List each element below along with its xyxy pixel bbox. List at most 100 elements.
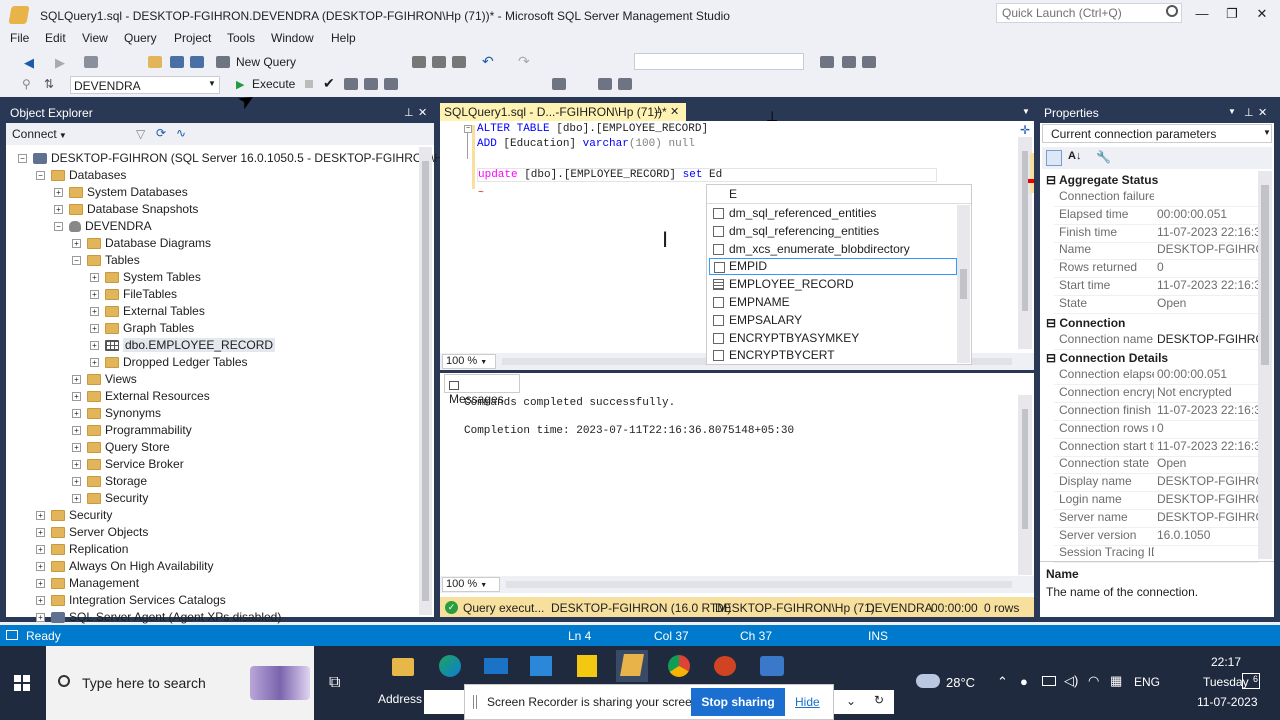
mail-icon[interactable] [484,658,508,674]
collapse-icon[interactable]: ⊟ [1046,351,1059,365]
collapse-icon[interactable]: − [36,171,45,181]
new-query-icon[interactable] [216,56,230,68]
property-row[interactable]: Finish time 11-07-2023 22:16:36 [1054,225,1258,243]
expand-icon[interactable]: + [72,443,81,453]
properties-icon[interactable] [820,56,834,68]
expand-icon[interactable]: + [90,290,99,300]
collapse-icon[interactable]: − [18,154,27,164]
intellisense-item[interactable]: dm_xcs_enumerate_blobdirectory [709,241,957,258]
tab-sqlquery1[interactable]: SQLQuery1.sql - D...-FGIHRON\Hp (71))* ⊥ ✕ [440,103,686,121]
new-project-icon[interactable] [84,56,98,68]
menu-project[interactable]: Project [174,31,211,45]
menu-window[interactable]: Window [271,31,314,45]
tab-messages[interactable]: Messages [444,374,520,406]
stop-icon[interactable] [305,80,313,88]
chevron-down-icon[interactable]: ▼ [1228,107,1236,116]
scroll-thumb[interactable] [960,269,967,299]
tree-node[interactable]: + Management [36,576,139,593]
property-row[interactable]: Server name DESKTOP-FGIHRON [1054,510,1258,528]
zoom-select[interactable]: 100 % ▼ [442,354,496,369]
file-explorer-icon[interactable] [392,658,414,676]
close-panel-icon[interactable]: ✕ [418,106,427,119]
refresh-icon[interactable]: ⟳ [156,126,166,140]
filter-icon[interactable]: ▽ [136,127,145,141]
screen-recorder-icon[interactable] [760,656,784,676]
clock-time[interactable]: 22:17 [1211,655,1241,669]
expand-icon[interactable]: + [36,596,45,606]
quick-launch-input[interactable]: Quick Launch (Ctrl+Q) [996,3,1182,23]
property-row[interactable]: Connection nameDESKTOP-FGIHRON [1054,332,1258,350]
tree-node[interactable]: + Synonyms [72,406,161,423]
tree-node[interactable]: + Query Store [72,440,170,457]
collapse-icon[interactable]: − [72,256,81,266]
collapse-icon[interactable]: − [464,125,472,133]
close-panel-icon[interactable]: ✕ [1258,106,1267,119]
expand-icon[interactable]: + [72,460,81,470]
address-field[interactable] [424,690,464,714]
property-category[interactable]: ⊟ Connection Details [1042,349,1258,367]
tree-node[interactable]: − Databases [36,168,126,185]
maximize-icon[interactable]: ❐ [1222,6,1242,22]
property-row[interactable]: Connection start ti 11-07-2023 22:16:36 [1054,439,1258,457]
property-row[interactable]: Connection failures [1054,189,1258,207]
expand-icon[interactable]: + [36,613,45,623]
expand-icon[interactable]: + [90,273,99,283]
pin-icon[interactable]: ⊥ [1244,106,1254,119]
temperature[interactable]: 28°C [946,675,975,690]
intellisense-item[interactable]: dm_sql_referencing_entities [709,223,957,240]
properties-scrollbar[interactable] [1258,171,1272,559]
notification-icon[interactable]: 6 [1242,673,1260,689]
properties-object-select[interactable]: Current connection parameters ▼ [1042,124,1272,143]
expand-icon[interactable]: + [36,528,45,538]
tree-scrollbar[interactable] [419,147,432,615]
parse-check-icon[interactable]: ✔ [323,75,335,92]
copy-icon[interactable] [432,56,446,68]
tree-node[interactable]: + Server Objects [36,525,148,542]
property-row[interactable]: Connection rows re 0 [1054,421,1258,439]
tree-node[interactable]: + Views [72,372,137,389]
scroll-thumb[interactable] [1022,409,1028,529]
intellisense-scrollbar[interactable] [957,205,970,363]
expand-icon[interactable]: + [90,358,99,368]
menu-query[interactable]: Query [124,31,157,45]
intellisense-item[interactable]: EMPNAME [709,294,957,311]
tree-node[interactable]: + Security [72,491,148,508]
pin-icon[interactable]: ⊥ [404,106,414,119]
volume-icon[interactable]: ◁) [1064,673,1078,689]
cut-icon[interactable] [412,56,426,68]
battery-icon[interactable] [1042,676,1056,686]
activity-monitor-icon[interactable]: ∿ [176,126,186,140]
taskbar-search[interactable]: Type here to search [46,646,314,720]
property-row[interactable]: Name DESKTOP-FGIHRON [1054,242,1258,261]
intellisense-item[interactable]: EMPLOYEE_RECORD [709,276,957,293]
tree-node[interactable]: + External Tables [90,304,205,321]
undo-icon[interactable]: ↶ [482,53,494,70]
edge-icon[interactable] [439,655,461,677]
property-category[interactable]: ⊟ Aggregate Status [1042,171,1258,189]
intellisense-item[interactable]: EMPSALARY [709,312,957,329]
tree-node[interactable]: + Replication [36,542,128,559]
menu-help[interactable]: Help [331,31,356,45]
toolbox-icon[interactable] [862,56,876,68]
property-row[interactable]: Display name DESKTOP-FGIHRON [1054,474,1258,493]
menu-file[interactable]: File [10,31,29,45]
tree-node[interactable]: + System Databases [54,185,188,202]
split-icon[interactable]: ✛ [1020,123,1030,137]
expand-icon[interactable]: + [72,426,81,436]
expand-icon[interactable]: + [90,341,99,351]
expand-icon[interactable]: + [54,188,63,198]
refresh-icon[interactable]: ↻ [874,693,884,707]
property-row[interactable]: Connection state Open [1054,456,1258,475]
tree-node[interactable]: − DEVENDRA [54,219,152,236]
open-file-icon[interactable] [148,56,162,68]
connect-button[interactable]: Connect [12,127,57,141]
forward-icon[interactable]: ▶ [55,55,65,71]
expand-icon[interactable]: + [36,545,45,555]
tree-node[interactable]: + Database Diagrams [72,236,211,253]
expand-icon[interactable]: + [72,239,81,249]
mic-icon[interactable]: ● [1020,674,1028,689]
close-tab-icon[interactable]: ✕ [670,105,679,118]
save-all-icon[interactable] [190,56,204,68]
back-icon[interactable]: ◀ [24,55,34,71]
intellisense-item[interactable]: ENCRYPTBYCERT [709,347,957,364]
